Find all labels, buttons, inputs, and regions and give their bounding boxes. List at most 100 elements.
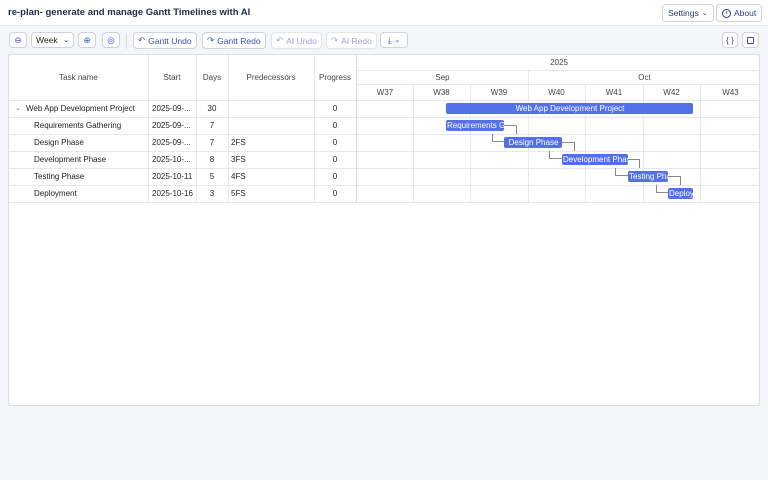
header-divider	[9, 100, 759, 101]
progress-cell[interactable]: 0	[314, 189, 356, 198]
week-label: W40	[548, 88, 565, 97]
zoom-out-button[interactable]: ⊖	[9, 32, 27, 48]
gantt-bar-task[interactable]: Design Phase	[504, 137, 562, 148]
undo-icon: ↶	[276, 35, 284, 45]
collapse-toggle-icon[interactable]: ⌄	[15, 104, 21, 112]
download-button[interactable]: ⤓ ⌄	[380, 32, 408, 48]
start-cell[interactable]: 2025-09-...	[152, 121, 196, 130]
row-divider	[9, 151, 759, 152]
col-header-days[interactable]: Days	[196, 73, 228, 82]
col-header-task-name[interactable]: Task name	[9, 73, 148, 82]
predecessors-cell[interactable]: 2FS	[231, 138, 311, 147]
dependency-link	[628, 159, 640, 168]
task-name-cell[interactable]: Web App Development Project	[26, 104, 148, 113]
week-label: W42	[663, 88, 680, 97]
predecessors-cell[interactable]: 3FS	[231, 155, 311, 164]
gantt-bar-task[interactable]: Development Phas	[562, 154, 628, 165]
fit-to-screen-button[interactable]: ◎	[102, 32, 120, 48]
week-separator	[413, 84, 414, 203]
toolbar-divider	[126, 33, 127, 49]
year-label: 2025	[550, 58, 568, 67]
progress-cell[interactable]: 0	[314, 172, 356, 181]
dependency-link	[562, 142, 575, 151]
col-header-predecessors[interactable]: Predecessors	[228, 73, 314, 82]
undo-icon: ↶	[138, 35, 146, 45]
redo-icon: ↷	[331, 35, 339, 45]
gantt-bar-task[interactable]: Deploy	[668, 188, 693, 199]
days-cell[interactable]: 30	[196, 104, 228, 113]
start-cell[interactable]: 2025-09-...	[152, 138, 196, 147]
chevron-down-icon: ⌄	[63, 37, 69, 44]
settings-label: Settings	[668, 8, 699, 18]
year-divider	[357, 70, 759, 71]
row-divider	[9, 117, 759, 118]
row-divider	[9, 168, 759, 169]
json-button[interactable]: { }	[722, 32, 738, 48]
week-label: W37	[376, 88, 394, 97]
view-scale-value: Week	[36, 35, 58, 45]
month-label: Sep	[435, 73, 450, 82]
gantt-undo-label: Gantt Undo	[148, 35, 192, 46]
task-name-cell[interactable]: Deployment	[34, 189, 148, 198]
app-title: re-plan- generate and manage Gantt Timel…	[8, 7, 251, 18]
days-cell[interactable]: 7	[196, 138, 228, 147]
gantt-bar-task[interactable]: Testing Pha	[628, 171, 668, 182]
week-label: W38	[433, 88, 450, 97]
chevron-down-icon: ⌄	[701, 10, 708, 17]
download-icon: ⤓	[387, 34, 392, 45]
dependency-link	[668, 176, 681, 185]
info-icon: i	[722, 8, 731, 18]
gantt-bar-project[interactable]: Web App Development Project	[446, 103, 693, 114]
gantt-undo-button[interactable]: ↶ Gantt Undo	[133, 32, 197, 49]
task-name-cell[interactable]: Requirements Gathering	[34, 121, 148, 130]
task-name-cell[interactable]: Design Phase	[34, 138, 148, 147]
about-label: About	[734, 8, 757, 18]
zoom-in-icon: ⊕	[83, 34, 91, 45]
progress-cell[interactable]: 0	[314, 104, 356, 113]
chat-button[interactable]	[742, 32, 759, 48]
month-label: Oct	[638, 73, 651, 82]
days-cell[interactable]: 8	[196, 155, 228, 164]
week-separator	[585, 84, 586, 203]
ai-undo-button[interactable]: ↶ AI Undo	[271, 32, 322, 49]
start-cell[interactable]: 2025-10-11	[152, 172, 196, 181]
braces-icon: { }	[725, 35, 735, 45]
view-scale-select[interactable]: Week ⌄	[31, 32, 74, 48]
dependency-link	[504, 125, 517, 134]
days-cell[interactable]: 7	[196, 121, 228, 130]
gantt-redo-label: Gantt Redo	[217, 35, 261, 46]
progress-cell[interactable]: 0	[314, 121, 356, 130]
progress-cell[interactable]: 0	[314, 155, 356, 164]
settings-button[interactable]: Settings ⌄	[662, 4, 714, 22]
progress-cell[interactable]: 0	[314, 138, 356, 147]
redo-icon: ↷	[207, 35, 215, 45]
col-header-start[interactable]: Start	[148, 73, 196, 82]
days-cell[interactable]: 5	[196, 172, 228, 181]
gantt-bar-task[interactable]: Requirements G	[446, 120, 504, 131]
zoom-in-button[interactable]: ⊕	[78, 32, 96, 48]
start-cell[interactable]: 2025-10-...	[152, 155, 196, 164]
days-cell[interactable]: 3	[196, 189, 228, 198]
ai-redo-button[interactable]: ↷ AI Redo	[326, 32, 377, 49]
ai-redo-label: AI Redo	[341, 35, 372, 46]
week-separator	[643, 84, 644, 203]
predecessors-cell[interactable]: 5FS	[231, 189, 311, 198]
row-divider	[9, 185, 759, 186]
chat-icon	[747, 36, 754, 44]
week-label: W43	[722, 88, 739, 97]
predecessors-cell[interactable]: 4FS	[231, 172, 311, 181]
gantt-panel: Task name Start Days Predecessors Progre…	[8, 54, 760, 406]
row-divider	[9, 134, 759, 135]
zoom-out-icon: ⊖	[14, 34, 22, 45]
task-name-cell[interactable]: Testing Phase	[34, 172, 148, 181]
start-cell[interactable]: 2025-09-...	[152, 104, 196, 113]
start-cell[interactable]: 2025-10-16	[152, 189, 196, 198]
task-name-cell[interactable]: Development Phase	[34, 155, 148, 164]
target-icon: ◎	[107, 34, 115, 45]
week-separator	[700, 84, 701, 203]
gantt-redo-button[interactable]: ↷ Gantt Redo	[202, 32, 266, 49]
about-button[interactable]: i About	[716, 4, 763, 22]
col-header-progress[interactable]: Progress	[314, 73, 356, 82]
week-separator	[470, 84, 471, 203]
ai-undo-label: AI Undo	[286, 35, 317, 46]
